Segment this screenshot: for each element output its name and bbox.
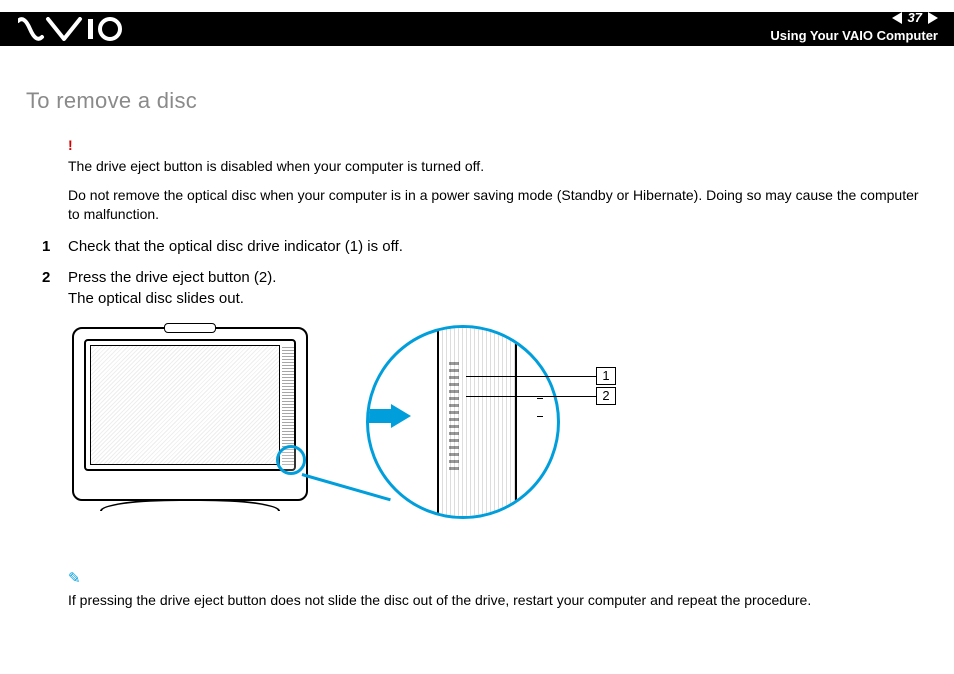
callout-label-2: 2 [596, 387, 616, 405]
note-block: ✎ If pressing the drive eject button doe… [68, 569, 928, 610]
step-number: 1 [42, 236, 68, 257]
step-list: 1 Check that the optical disc drive indi… [42, 236, 928, 309]
warning-icon: ! [68, 136, 928, 155]
section-title: Using Your VAIO Computer [770, 28, 938, 43]
callout-label-1: 1 [596, 367, 616, 385]
prev-page-button[interactable] [892, 12, 902, 24]
eject-arrow-icon [391, 404, 411, 428]
note-text: If pressing the drive eject button does … [68, 592, 811, 608]
callout-line-2 [466, 396, 596, 397]
step-1: 1 Check that the optical disc drive indi… [42, 236, 928, 257]
note-icon: ✎ [68, 569, 928, 589]
vaio-logo-svg [18, 17, 138, 41]
step-text: Check that the optical disc drive indica… [68, 236, 403, 257]
callout-line-1 [466, 376, 596, 377]
vaio-logo [0, 12, 138, 46]
warning-line-2: Do not remove the optical disc when your… [68, 186, 928, 224]
page-number: 37 [908, 10, 922, 25]
next-page-button[interactable] [928, 12, 938, 24]
page-nav: 37 [892, 10, 938, 25]
illustration: 1 2 [68, 323, 628, 551]
detail-circle [366, 325, 560, 519]
page-heading: To remove a disc [26, 88, 928, 114]
side-panel-drawing [437, 325, 517, 519]
page-content: To remove a disc ! The drive eject butto… [26, 88, 928, 610]
warning-line-1: The drive eject button is disabled when … [68, 157, 928, 176]
header-bar: 37 Using Your VAIO Computer [0, 12, 954, 46]
callout-leader-line [302, 473, 391, 501]
step-2: 2 Press the drive eject button (2). The … [42, 267, 928, 309]
warning-block: ! The drive eject button is disabled whe… [68, 136, 928, 224]
step-text: Press the drive eject button (2). The op… [68, 267, 276, 309]
monitor-drawing [72, 327, 308, 501]
callout-source-circle [276, 445, 306, 475]
step-number: 2 [42, 267, 68, 309]
